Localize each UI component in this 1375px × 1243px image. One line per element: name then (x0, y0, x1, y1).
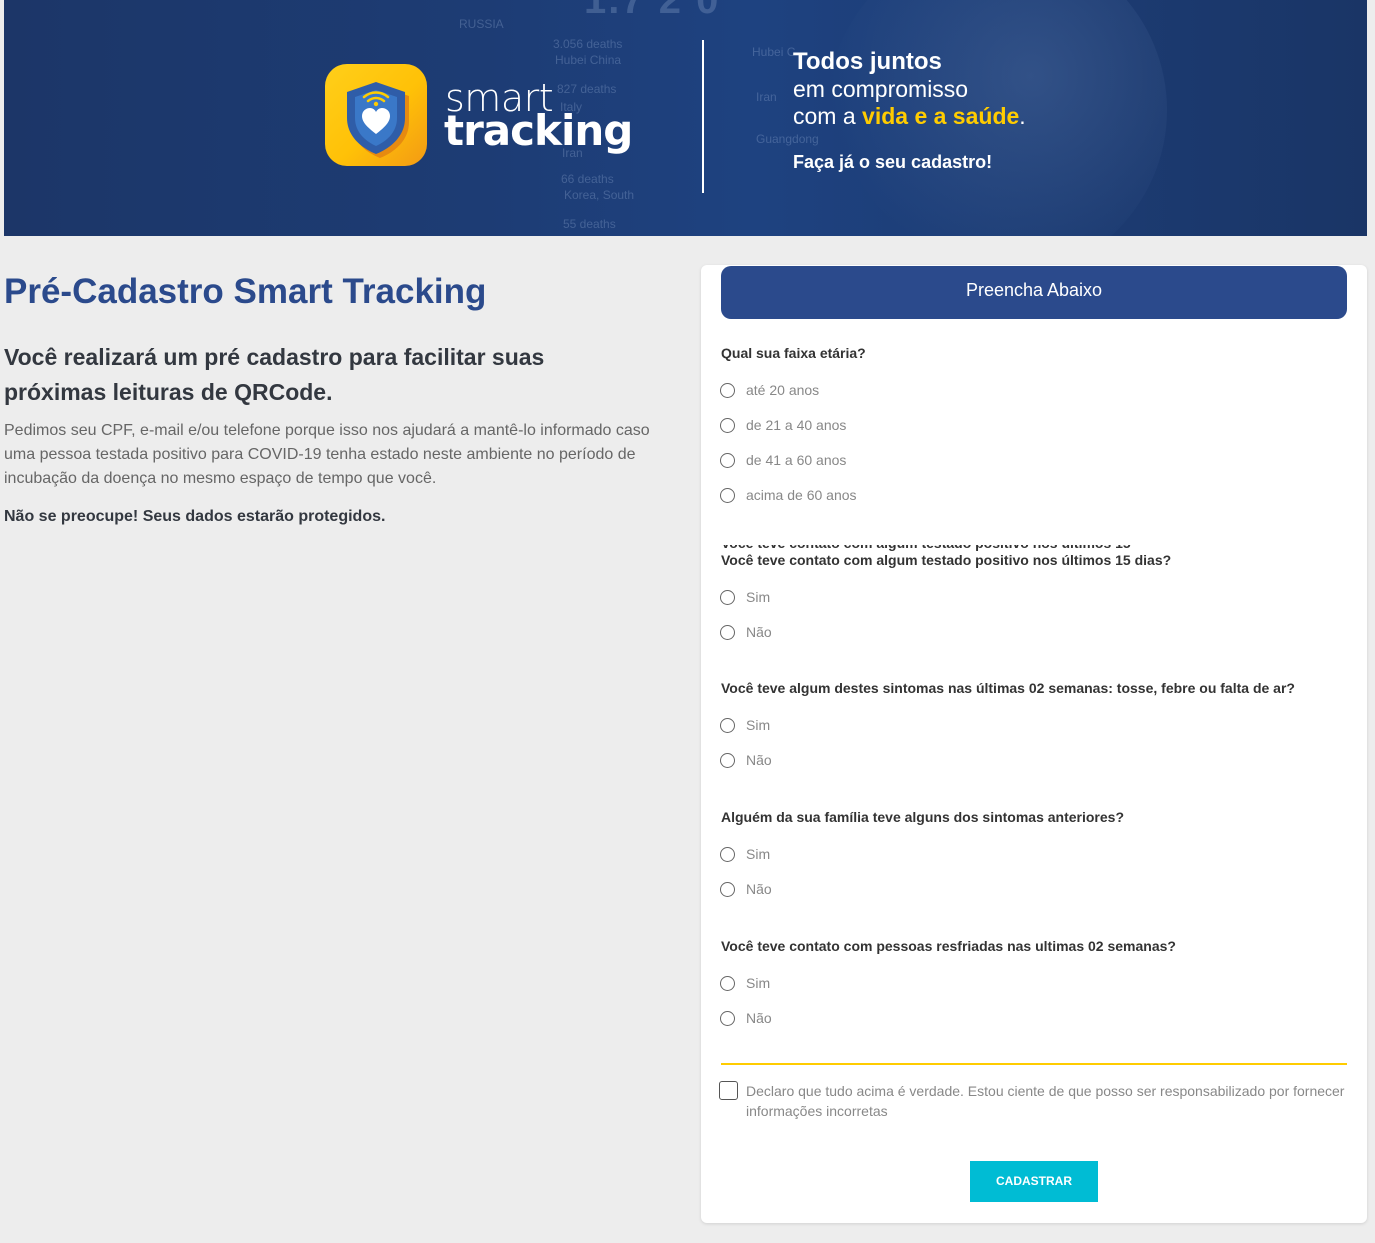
bg-label: 827 deaths (557, 82, 617, 96)
declaration-row[interactable]: Declaro que tudo acima é verdade. Estou … (719, 1081, 1349, 1121)
contact-positive-yes[interactable]: Sim (720, 587, 770, 607)
radio-button[interactable] (720, 624, 735, 640)
radio-button[interactable] (720, 881, 735, 897)
banner-background: 1.7 2 0 RUSSIA 3.056 deaths Hubei China … (4, 0, 1367, 236)
tagline-line-2: em compromisso (793, 76, 969, 102)
question-contact-positive-label: Você teve contato com algum testado posi… (721, 552, 1172, 568)
radio-button[interactable] (720, 1010, 735, 1026)
option-label: Sim (746, 846, 771, 862)
bg-label: Guangdong (756, 132, 819, 146)
clipped-question-text: Você teve contato com algum testado posi… (721, 545, 1151, 551)
brand-tracking-text: tracking (444, 106, 633, 155)
option-label: acima de 60 anos (746, 487, 857, 503)
option-label: Sim (746, 717, 771, 733)
question-symptoms-label: Você teve algum destes sintomas nas últi… (721, 680, 1295, 696)
banner-divider (702, 40, 704, 193)
bg-label: 3.056 deaths (553, 37, 623, 51)
option-label: até 20 anos (746, 382, 820, 398)
tagline-line-1: Todos juntos (793, 48, 942, 75)
clipped-question-artifact: Você teve contato com algum testado posi… (721, 545, 1151, 551)
radio-button[interactable] (720, 717, 735, 733)
question-age-label: Qual sua faixa etária? (721, 345, 866, 361)
tagline-suffix: . (1019, 103, 1026, 129)
age-option-1[interactable]: até 20 anos (720, 380, 819, 400)
bg-label: 66 deaths (561, 172, 614, 186)
form-card: Preencha Abaixo Qual sua faixa etária? a… (701, 265, 1367, 1223)
age-option-2[interactable]: de 21 a 40 anos (720, 415, 846, 435)
privacy-note: Não se preocupe! Seus dados estarão prot… (4, 508, 386, 525)
form-header: Preencha Abaixo (721, 266, 1347, 319)
age-option-3[interactable]: de 41 a 60 anos (720, 450, 846, 470)
smart-tracking-logo-icon (325, 64, 427, 166)
option-label: Não (746, 881, 772, 897)
contact-positive-no[interactable]: Não (720, 622, 772, 642)
radio-button[interactable] (720, 417, 735, 433)
radio-button[interactable] (720, 589, 735, 605)
page-subtitle: Você realizará um pré cadastro para faci… (4, 344, 545, 405)
option-label: de 41 a 60 anos (746, 452, 847, 468)
tagline-cta: Faça já o seu cadastro! (793, 152, 993, 172)
radio-button[interactable] (720, 382, 735, 398)
family-symptoms-no[interactable]: Não (720, 879, 772, 899)
bg-label: Iran (756, 90, 777, 104)
page-description: Pedimos seu CPF, e-mail e/ou telefone po… (4, 422, 650, 487)
declaration-checkbox[interactable] (719, 1081, 738, 1100)
radio-button[interactable] (720, 752, 735, 768)
radio-button[interactable] (720, 846, 735, 862)
symptoms-no[interactable]: Não (720, 750, 772, 770)
symptoms-yes[interactable]: Sim (720, 715, 770, 735)
bg-label: 55 deaths (563, 217, 616, 231)
option-label: Sim (746, 975, 771, 991)
radio-button[interactable] (720, 452, 735, 468)
age-option-4[interactable]: acima de 60 anos (720, 485, 857, 505)
bg-big-number: 1.7 2 0 (584, 0, 721, 22)
submit-button[interactable]: CADASTRAR (970, 1161, 1098, 1202)
tagline-prefix: com a (793, 103, 863, 129)
option-label: Não (746, 752, 772, 768)
question-cold-contact-label: Você teve contato com pessoas resfriadas… (721, 938, 1176, 954)
hero-banner: 1.7 2 0 RUSSIA 3.056 deaths Hubei China … (4, 0, 1367, 236)
family-symptoms-yes[interactable]: Sim (720, 844, 770, 864)
radio-button[interactable] (720, 975, 735, 991)
bg-label: Hubei C (752, 45, 796, 59)
bg-label: Korea, South (564, 188, 635, 202)
radio-button[interactable] (720, 487, 735, 503)
declaration-text: Declaro que tudo acima é verdade. Estou … (746, 1083, 1345, 1119)
cold-contact-no[interactable]: Não (720, 1008, 772, 1028)
option-label: Não (746, 624, 772, 640)
tagline-highlight: vida e a saúde (862, 103, 1020, 129)
form-separator (721, 1063, 1347, 1065)
option-label: Não (746, 1010, 772, 1026)
bg-label: RUSSIA (459, 17, 504, 31)
cold-contact-yes[interactable]: Sim (720, 973, 770, 993)
bg-label: Hubei China (555, 53, 622, 67)
page-title: Pré-Cadastro Smart Tracking (4, 272, 487, 311)
option-label: Sim (746, 589, 771, 605)
question-family-symptoms-label: Alguém da sua família teve alguns dos si… (721, 809, 1125, 825)
tagline-line-3: com a vida e a saúde. (793, 103, 1026, 130)
option-label: de 21 a 40 anos (746, 417, 847, 433)
